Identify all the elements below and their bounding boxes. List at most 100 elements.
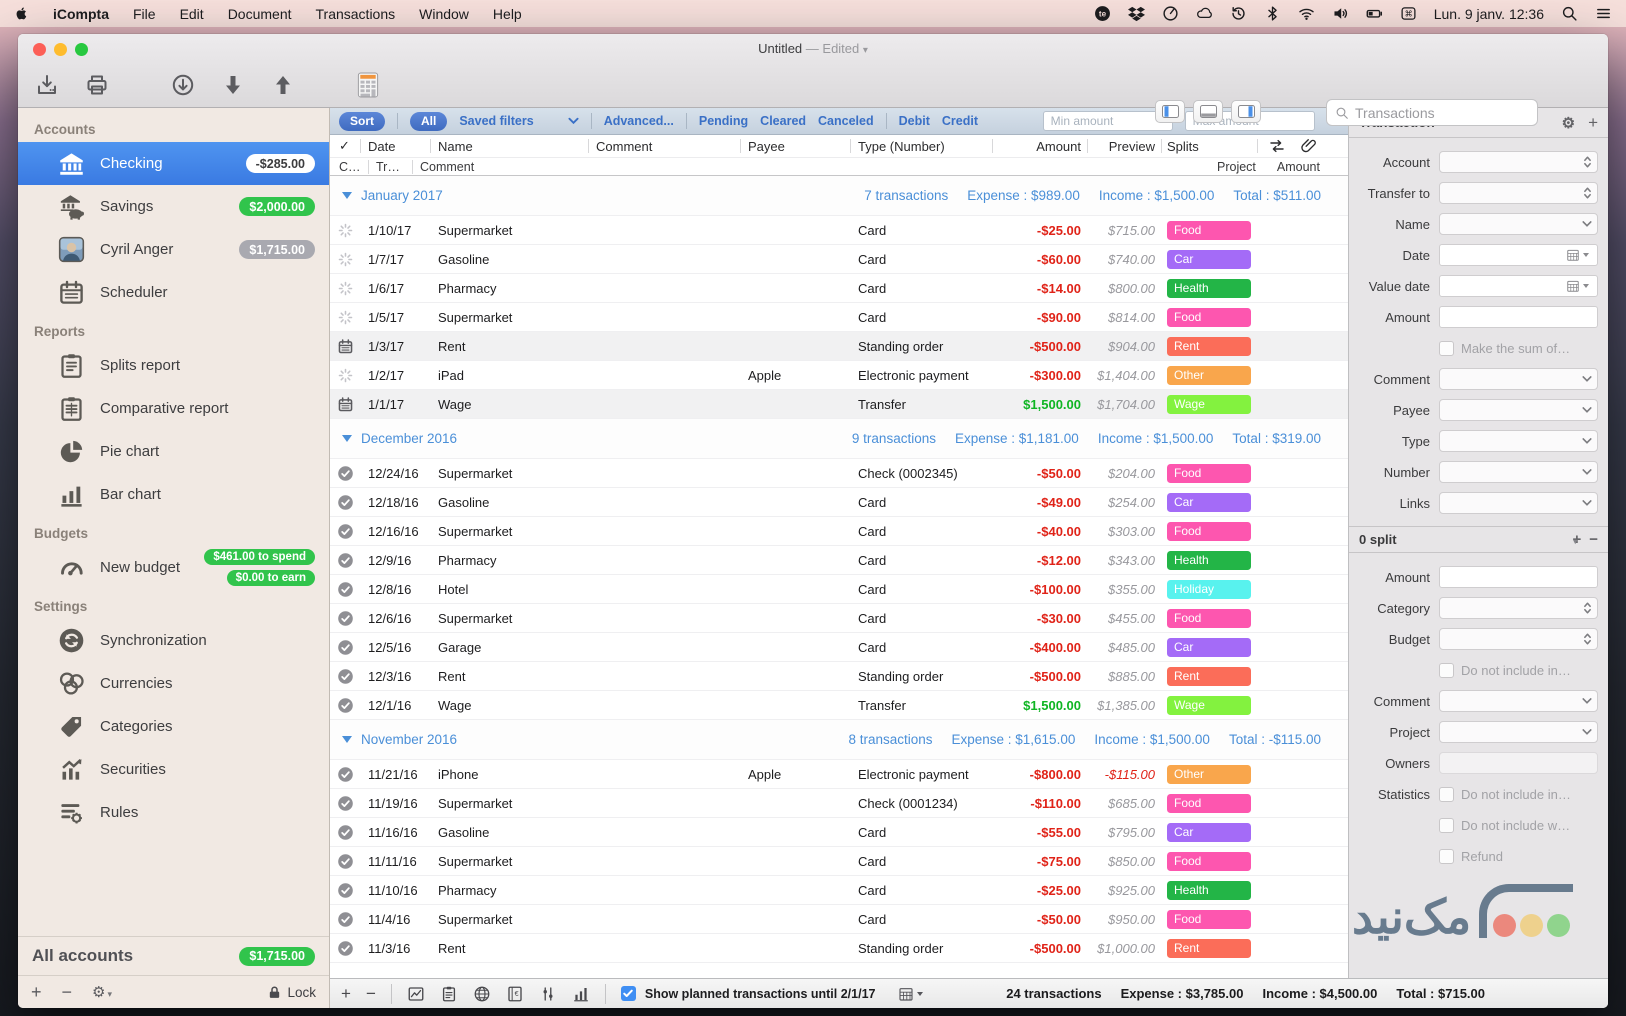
- apple-menu-icon[interactable]: [14, 5, 29, 22]
- calculator-button[interactable]: [357, 72, 379, 98]
- transaction-row[interactable]: 12/24/16SupermarketCheck (0002345)-$50.0…: [330, 459, 1348, 488]
- remove-account-button[interactable]: −: [62, 983, 73, 1001]
- transaction-row[interactable]: 1/6/17PharmacyCard-$14.00$800.00Health: [330, 274, 1348, 303]
- transaction-row[interactable]: 12/18/16GasolineCard-$49.00$254.00Car: [330, 488, 1348, 517]
- report-view-button[interactable]: [440, 985, 458, 1003]
- app-menu[interactable]: iCompta: [53, 6, 109, 22]
- column-payee[interactable]: Payee: [742, 139, 852, 154]
- transaction-row[interactable]: 1/7/17GasolineCard-$60.00$740.00Car: [330, 245, 1348, 274]
- combo-select[interactable]: [1439, 721, 1598, 743]
- menu-edit[interactable]: Edit: [180, 6, 204, 22]
- export-button[interactable]: [35, 73, 59, 97]
- bluetooth-icon[interactable]: [1264, 5, 1281, 22]
- title-chevron-icon[interactable]: ▾: [863, 45, 868, 56]
- transaction-row[interactable]: 11/4/16SupermarketCard-$50.00$950.00Food: [330, 905, 1348, 934]
- saved-filters-chevron-icon[interactable]: [568, 117, 579, 125]
- remove-transaction-button[interactable]: −: [366, 985, 376, 1002]
- checkbox[interactable]: [1439, 849, 1454, 864]
- inspector-add-button[interactable]: +: [1588, 113, 1598, 133]
- stepper-select[interactable]: [1439, 182, 1598, 204]
- menu-transactions[interactable]: Transactions: [316, 6, 396, 22]
- checkbox[interactable]: [1439, 341, 1454, 356]
- split-remove-button[interactable]: −: [1589, 531, 1598, 548]
- transaction-row[interactable]: 12/16/16SupermarketCard-$40.00$303.00Foo…: [330, 517, 1348, 546]
- sidebar-item-bar-chart[interactable]: Bar chart: [18, 473, 329, 516]
- column-comment2[interactable]: Comment: [420, 160, 474, 174]
- column-comment[interactable]: Comment: [590, 139, 742, 154]
- column-splits[interactable]: Splits: [1159, 139, 1255, 154]
- menu-clock[interactable]: Lun. 9 janv. 12:36: [1434, 6, 1544, 22]
- group-header[interactable]: January 20177 transactionsExpense : $989…: [330, 176, 1348, 216]
- transaction-row[interactable]: 11/21/16iPhoneAppleElectronic payment-$8…: [330, 760, 1348, 789]
- combo-select[interactable]: [1439, 461, 1598, 483]
- toggle-bottom-panel-button[interactable]: [1193, 100, 1223, 123]
- column-check[interactable]: ✓: [330, 138, 360, 154]
- combo-select[interactable]: [1439, 368, 1598, 390]
- filter-canceled-button[interactable]: Canceled: [818, 114, 874, 128]
- show-planned-label[interactable]: Show planned transactions until 2/1/17: [645, 987, 876, 1001]
- filter-pending-button[interactable]: Pending: [699, 114, 748, 128]
- menu-help[interactable]: Help: [493, 6, 522, 22]
- import-button[interactable]: [171, 73, 195, 97]
- saved-filters-button[interactable]: Saved filters: [459, 114, 533, 128]
- battery-icon[interactable]: [1366, 5, 1383, 22]
- transaction-row[interactable]: 12/8/16HotelCard-$100.00$355.00Holiday: [330, 575, 1348, 604]
- search-input[interactable]: Transactions: [1326, 99, 1538, 126]
- volume-icon[interactable]: [1332, 5, 1349, 22]
- sidebar-item-comparative-report[interactable]: Comparative report: [18, 387, 329, 430]
- sidebar-item-checking[interactable]: Checking-$285.00: [18, 142, 329, 185]
- transaction-row[interactable]: 12/1/16WageTransfer$1,500.00$1,385.00Wag…: [330, 691, 1348, 720]
- sort-button[interactable]: Sort: [339, 112, 385, 131]
- transaction-row[interactable]: 11/16/16GasolineCard-$55.00$795.00Car: [330, 818, 1348, 847]
- planned-date-picker[interactable]: [898, 986, 926, 1002]
- combo-select[interactable]: [1439, 399, 1598, 421]
- filter-cleared-button[interactable]: Cleared: [760, 114, 806, 128]
- lock-button[interactable]: Lock: [267, 985, 316, 1000]
- column-transfer[interactable]: Tr…: [376, 160, 400, 174]
- checkbox[interactable]: [1439, 818, 1454, 833]
- keyboard-icon[interactable]: ⌘: [1400, 5, 1417, 22]
- transaction-row[interactable]: 12/5/16GarageCard-$400.00$485.00Car: [330, 633, 1348, 662]
- statistics-button[interactable]: [572, 985, 590, 1003]
- column-type[interactable]: Type (Number): [852, 139, 994, 154]
- add-transaction-button[interactable]: +: [341, 985, 351, 1002]
- toggle-left-panel-button[interactable]: [1155, 100, 1185, 123]
- date-input[interactable]: [1439, 244, 1598, 266]
- sidebar-item-rules[interactable]: Rules: [18, 791, 329, 834]
- print-button[interactable]: [85, 73, 109, 97]
- checkbox[interactable]: [1439, 787, 1454, 802]
- combo-select[interactable]: [1439, 430, 1598, 452]
- web-import-button[interactable]: [473, 985, 491, 1003]
- transaction-row[interactable]: 11/11/16SupermarketCard-$75.00$850.00Foo…: [330, 847, 1348, 876]
- column-amount[interactable]: Amount: [994, 139, 1085, 154]
- sidebar-item-categories[interactable]: Categories: [18, 705, 329, 748]
- notification-center-icon[interactable]: [1595, 5, 1612, 22]
- column-cleared[interactable]: C…: [339, 160, 361, 174]
- filter-all-button[interactable]: All: [410, 112, 447, 131]
- transaction-row[interactable]: 12/3/16RentStanding order-$500.00$885.00…: [330, 662, 1348, 691]
- transaction-row[interactable]: 12/9/16PharmacyCard-$12.00$343.00Health: [330, 546, 1348, 575]
- inspector-gear-icon[interactable]: ⚙: [1562, 114, 1575, 132]
- stepper-select[interactable]: [1439, 151, 1598, 173]
- stepper-select[interactable]: [1439, 597, 1598, 619]
- sidebar-item-savings[interactable]: Savings$2,000.00: [18, 185, 329, 228]
- disclosure-triangle-icon[interactable]: [342, 435, 352, 442]
- column-split-amount[interactable]: Amount: [1277, 160, 1320, 174]
- filter-debit-button[interactable]: Debit: [899, 114, 930, 128]
- disk-icon[interactable]: [1162, 5, 1179, 22]
- menu-file[interactable]: File: [133, 6, 156, 22]
- show-planned-checkbox[interactable]: [621, 986, 636, 1001]
- column-attachment-icon[interactable]: [1300, 137, 1318, 155]
- stepper-select[interactable]: [1439, 628, 1598, 650]
- sidebar-item-cyril-anger[interactable]: Cyril Anger$1,715.00: [18, 228, 329, 271]
- column-preview[interactable]: Preview: [1085, 139, 1159, 154]
- sidebar-item-currencies[interactable]: Currencies: [18, 662, 329, 705]
- transaction-row[interactable]: 1/10/17SupermarketCard-$25.00$715.00Food: [330, 216, 1348, 245]
- disclosure-triangle-icon[interactable]: [342, 736, 352, 743]
- transaction-row[interactable]: 1/2/17iPadAppleElectronic payment-$300.0…: [330, 361, 1348, 390]
- column-name[interactable]: Name: [432, 139, 590, 154]
- te-icon[interactable]: te: [1094, 5, 1111, 22]
- ledger-button[interactable]: €: [506, 985, 524, 1003]
- dropbox-icon[interactable]: [1128, 5, 1145, 22]
- account-actions-button[interactable]: ⚙▾: [92, 983, 112, 1002]
